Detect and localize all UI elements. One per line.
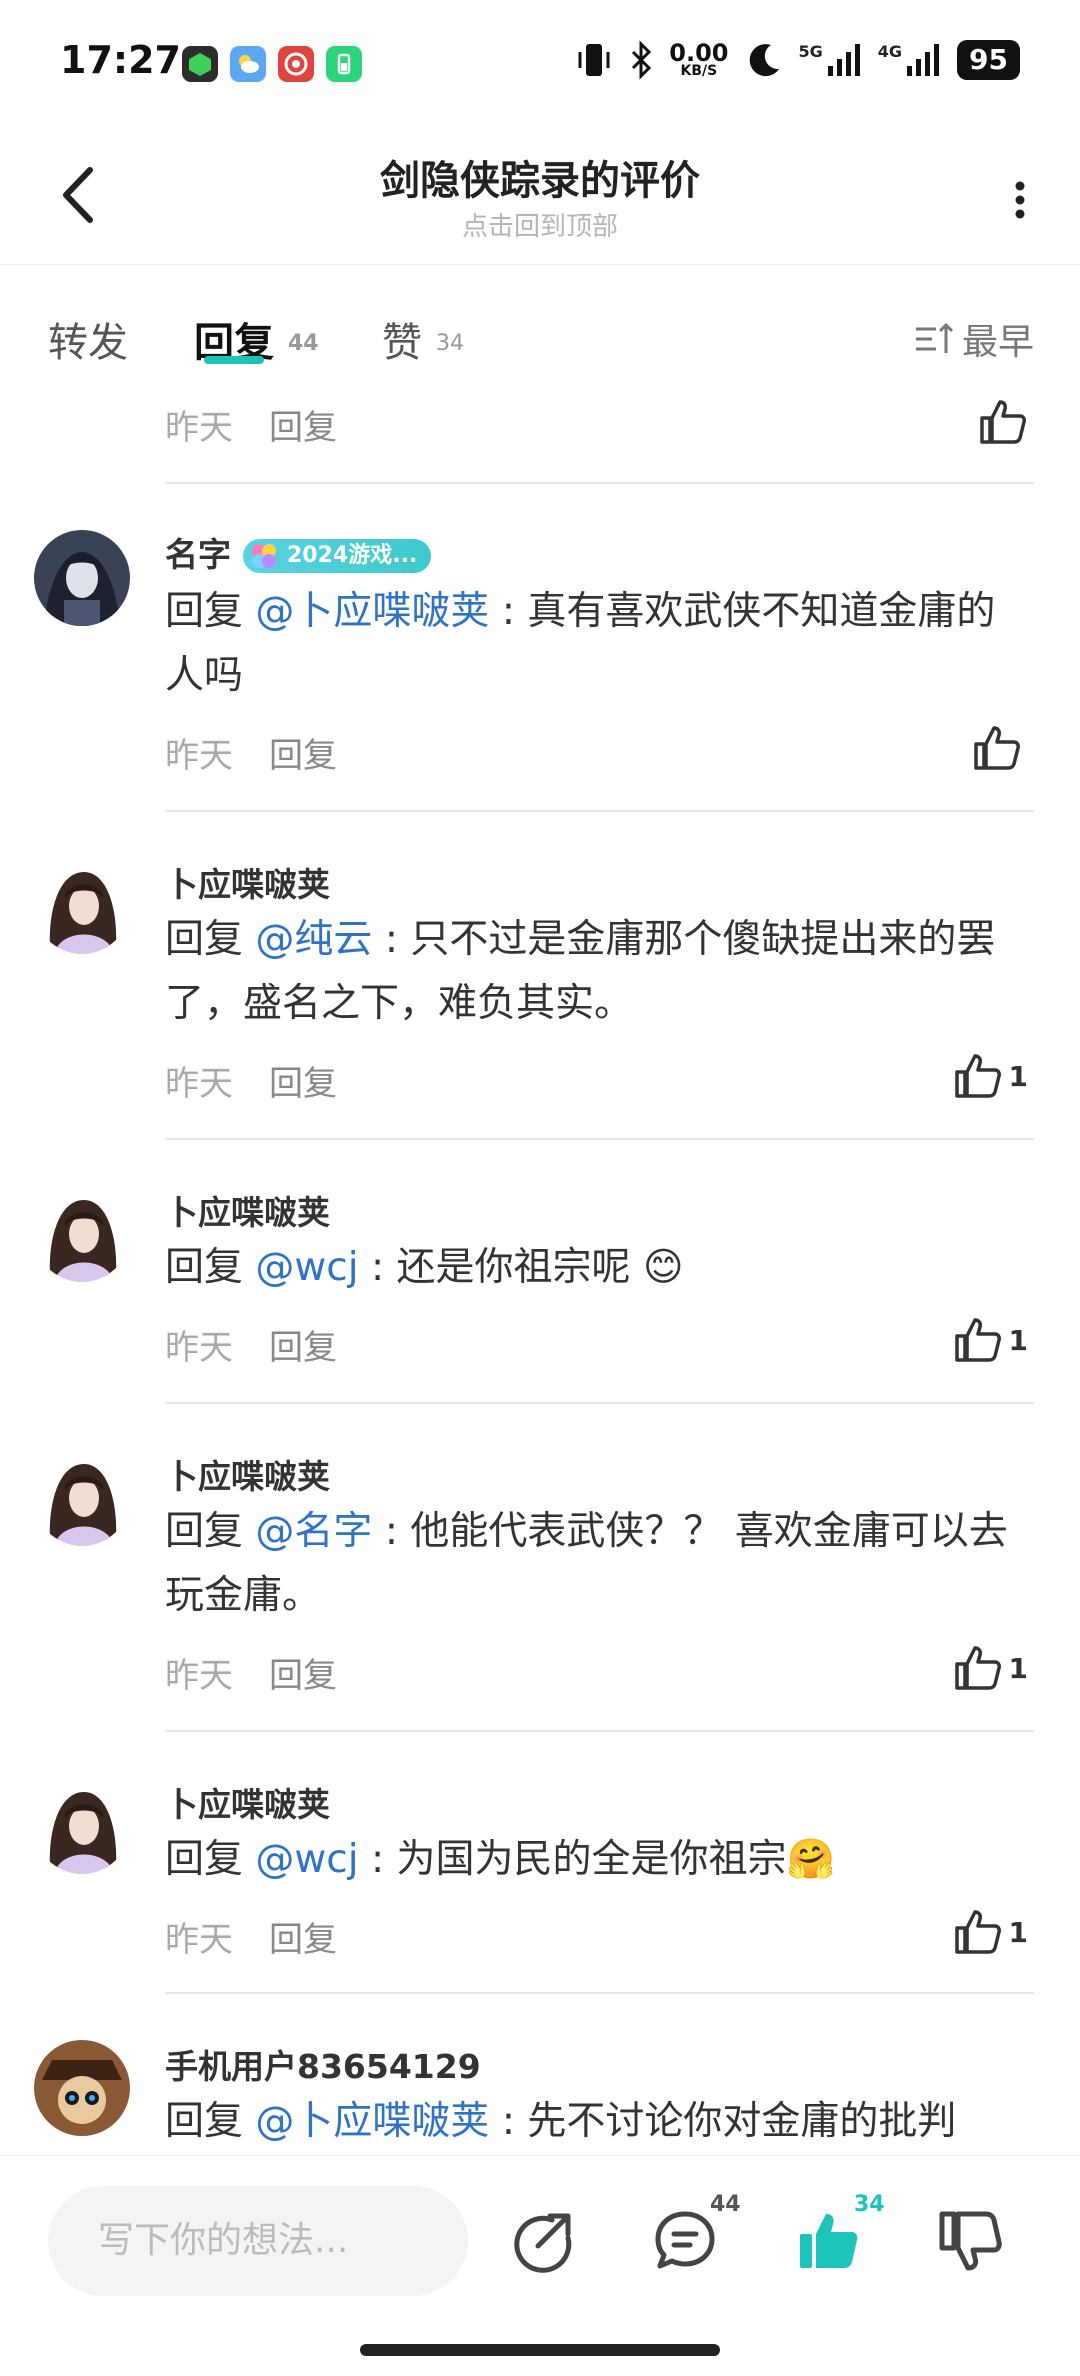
tab-bar: 转发 回复 44 赞 34 最早 xyxy=(0,265,1080,380)
comment-text: 回复 @名字 : 他能代表武侠？？ 喜欢金庸可以去玩金庸。 xyxy=(165,1509,1008,1618)
comment-meta: 昨天 回复 xyxy=(165,1064,337,1104)
page-header[interactable]: 剑隐侠踪录的评价 点击回到顶部 xyxy=(0,130,1080,265)
thumbs-up-icon xyxy=(980,400,1026,444)
scroll-to-top-hint[interactable]: 点击回到顶部 xyxy=(0,206,1080,243)
comment-text: 回复 @卜应喋啵荚 : 先不讨论你对金庸的批判 xyxy=(165,2099,957,2144)
sort-icon xyxy=(915,322,954,353)
comment-text: 回复 @卜应喋啵荚 : 真有喜欢武侠不知道金庸的人吗 xyxy=(165,589,996,698)
thumbs-down-icon[interactable] xyxy=(936,2206,1006,2276)
comment-meta-partial: 昨天 回复 xyxy=(165,408,337,448)
reply-button[interactable]: 回复 xyxy=(269,1920,337,1960)
app-cube-icon xyxy=(182,46,218,82)
comment-author[interactable]: 手机用户83654129 xyxy=(165,2040,481,2088)
like-count: 1 xyxy=(1008,1651,1028,1685)
sort-button[interactable]: 最早 xyxy=(914,313,1034,365)
divider xyxy=(165,810,1034,812)
weather-icon xyxy=(230,46,266,82)
divider xyxy=(165,1138,1034,1140)
badge-gem-icon xyxy=(252,544,276,568)
like-button[interactable]: 1 xyxy=(953,1908,1028,1956)
tab-like-count: 34 xyxy=(436,331,464,356)
network-speed: 0.00 KB/S xyxy=(669,39,729,79)
page-title[interactable]: 剑隐侠踪录的评价 xyxy=(0,148,1080,206)
mention-link[interactable]: @名字 xyxy=(255,1509,372,1554)
like-count: 1 xyxy=(1008,1323,1028,1357)
active-tab-indicator xyxy=(204,356,264,364)
tab-repost[interactable]: 转发 xyxy=(48,310,128,368)
like-button[interactable]: 1 xyxy=(953,1316,1028,1364)
like-count: 1 xyxy=(1008,1915,1028,1949)
comment-meta: 昨天 回复 xyxy=(165,1920,337,1960)
thumbs-up-icon xyxy=(954,1318,1001,1362)
comment-author[interactable]: 卜应喋啵荚 xyxy=(165,1186,330,1234)
like-button[interactable] xyxy=(978,398,1028,446)
like-count-total: 34 xyxy=(854,2192,885,2217)
avatar[interactable] xyxy=(34,1186,130,1282)
status-right: 0.00 KB/S 5G 4G 95 xyxy=(575,40,1020,80)
home-indicator[interactable] xyxy=(360,2344,720,2356)
divider xyxy=(165,482,1034,484)
more-options-icon[interactable] xyxy=(1000,170,1040,230)
mention-link[interactable]: @卜应喋啵荚 xyxy=(255,589,489,634)
share-icon[interactable] xyxy=(508,2206,578,2276)
comment-author[interactable]: 名字 2024游戏... xyxy=(165,528,432,576)
avatar[interactable] xyxy=(34,1450,130,1546)
comment-author[interactable]: 卜应喋啵荚 xyxy=(165,858,330,906)
divider xyxy=(165,1402,1034,1404)
signal-4g-icon: 4G xyxy=(878,42,941,78)
status-app-icons xyxy=(182,46,362,82)
signal-5g-icon: 5G xyxy=(799,42,862,78)
reply-button[interactable]: 回复 xyxy=(269,1656,337,1696)
comment-author[interactable]: 卜应喋啵荚 xyxy=(165,1450,330,1498)
vibrate-icon xyxy=(578,44,610,76)
comment-meta: 昨天 回复 xyxy=(165,1656,337,1696)
like-count: 1 xyxy=(1008,1059,1028,1093)
mention-link[interactable]: @卜应喋啵荚 xyxy=(255,2099,489,2144)
mention-link[interactable]: @wcj xyxy=(255,1245,358,1290)
reply-button[interactable]: 回复 xyxy=(269,1328,337,1368)
comment-text: 回复 @wcj : 还是你祖宗呢 😊 xyxy=(165,1245,684,1290)
mention-link[interactable]: @纯云 xyxy=(255,917,372,962)
reply-button[interactable]: 回复 xyxy=(269,1064,337,1104)
comment-text: 回复 @wcj : 为国为民的全是你祖宗🤗 xyxy=(165,1837,836,1882)
divider xyxy=(165,1992,1034,1994)
comment-meta: 昨天 回复 xyxy=(165,736,337,776)
battery-app-icon xyxy=(326,46,362,82)
like-button[interactable]: 1 xyxy=(953,1052,1028,1100)
avatar[interactable] xyxy=(34,530,130,626)
avatar[interactable] xyxy=(34,2040,130,2136)
avatar[interactable] xyxy=(34,858,130,954)
avatar[interactable] xyxy=(34,1778,130,1874)
comment-author[interactable]: 卜应喋啵荚 xyxy=(165,1778,330,1826)
comment-meta: 昨天 回复 xyxy=(165,1328,337,1368)
divider xyxy=(165,1730,1034,1732)
mention-link[interactable]: @wcj xyxy=(255,1837,358,1882)
status-bar: 17:27 0.00 KB/S 5G 4G 95 xyxy=(0,0,1080,130)
app-target-icon xyxy=(278,46,314,82)
thumbs-up-icon xyxy=(954,1910,1001,1954)
tab-reply-count: 44 xyxy=(288,331,319,356)
event-badge[interactable]: 2024游戏... xyxy=(243,539,432,573)
status-time: 17:27 xyxy=(60,38,181,82)
thumbs-up-icon xyxy=(974,726,1020,770)
reply-button[interactable]: 回复 xyxy=(269,408,337,448)
like-button[interactable]: 1 xyxy=(953,1644,1028,1692)
bluetooth-icon xyxy=(632,40,652,80)
comment-count: 44 xyxy=(710,2192,741,2217)
comment-input[interactable]: 写下你的想法... xyxy=(48,2186,468,2296)
battery-indicator: 95 xyxy=(957,40,1020,80)
reply-button[interactable]: 回复 xyxy=(269,736,337,776)
thumbs-up-icon xyxy=(954,1646,1001,1690)
moon-icon xyxy=(749,44,779,77)
comment-list[interactable]: 昨天 回复 名字 2024游戏... 回复 @卜应喋啵荚 : 真有喜欢武侠不知道金庸… xyxy=(0,380,1080,2155)
bottom-action-bar: 写下你的想法... 44 34 xyxy=(0,2155,1080,2376)
thumbs-up-icon xyxy=(954,1054,1001,1098)
like-button[interactable] xyxy=(972,724,1028,772)
comment-text: 回复 @纯云 : 只不过是金庸那个傻缺提出来的罢了，盛名之下，难负其实。 xyxy=(165,917,996,1026)
tab-like[interactable]: 赞 34 xyxy=(382,310,464,368)
